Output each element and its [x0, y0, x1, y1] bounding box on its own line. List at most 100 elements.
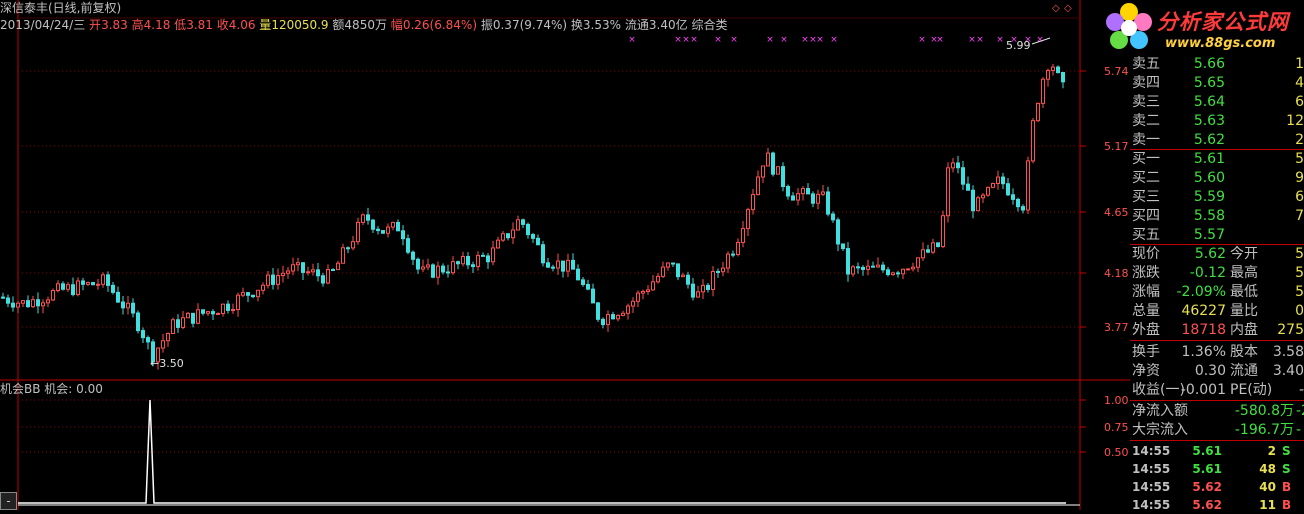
amplitude-label: 振 [480, 18, 493, 32]
date-weekday: 2013/04/24/三 [0, 18, 86, 32]
order-book-row[interactable]: 卖三 5.64 6 [1130, 93, 1304, 112]
candle-body [1021, 206, 1025, 211]
order-book-row[interactable]: 卖五 5.66 1 [1130, 55, 1304, 74]
candle-body [106, 274, 110, 286]
candle-body [566, 259, 570, 272]
open-label: 开 [89, 18, 102, 32]
order-book-row[interactable]: 买三 5.59 6 [1130, 188, 1304, 207]
candle-body [96, 283, 100, 286]
order-book-price: 5.60 [1193, 170, 1225, 186]
candle-body [1056, 66, 1060, 74]
candle-body [56, 283, 60, 292]
quote-value-2: 275 [1277, 322, 1304, 338]
candle-body [821, 191, 825, 195]
candle-body [976, 197, 980, 212]
candle-body [1046, 69, 1050, 80]
order-book-row[interactable]: 卖四 5.65 4 [1130, 74, 1304, 93]
price-axis-label: 4.65 [1104, 206, 1129, 219]
candle-body [51, 290, 55, 301]
candle-body [931, 242, 935, 253]
tick-price: 5.62 [1192, 498, 1222, 512]
candle-body [391, 221, 395, 228]
candle-body [981, 194, 985, 199]
candle-body [776, 166, 780, 175]
order-book-price: 5.61 [1193, 151, 1225, 167]
sector-value: 综合类 [691, 18, 728, 32]
candle-body [321, 275, 325, 284]
amount-value: 4850万 [344, 18, 387, 32]
corner-toggle-button[interactable]: - [0, 492, 17, 510]
candle-body [461, 256, 465, 265]
candle-body [846, 248, 850, 275]
quote-row: 涨幅 -2.09% 最低 5 [1130, 283, 1304, 302]
signal-marker: × [976, 35, 984, 45]
candle-body [451, 261, 455, 274]
tick-price: 5.61 [1192, 444, 1222, 458]
candle-body [121, 301, 125, 309]
candle-body [766, 152, 770, 167]
candle-body [136, 312, 140, 332]
stock-title-line: 深信泰丰(日线,前复权) [0, 0, 121, 17]
kline-svg[interactable]: 5.745.174.654.183.771.000.750.50× × × × × × × ×… [0, 0, 1130, 510]
order-book-label: 买一 [1132, 151, 1160, 167]
candle-body [221, 303, 225, 315]
order-book-row[interactable]: 卖一 5.62 2 [1130, 131, 1304, 150]
signal-marker: × [682, 35, 690, 45]
candle-body [301, 262, 305, 273]
order-book-price: 5.63 [1193, 113, 1225, 129]
candle-body [191, 312, 195, 324]
candle-body [231, 309, 235, 312]
order-book-row[interactable]: 买二 5.60 9 [1130, 169, 1304, 188]
candle-body [791, 195, 795, 201]
high-value: 4.18 [143, 18, 171, 32]
candle-body [771, 152, 775, 175]
fundamental-row: 收益(一) -0.001 PE(动) - [1130, 381, 1304, 400]
quote-label: 涨跌 [1132, 265, 1160, 281]
candle-body [516, 219, 520, 231]
candle-body [756, 176, 760, 196]
candle-body [381, 230, 385, 234]
kline-chart-area[interactable]: 5.74 5.17 4.65 4.18 3.77 1.00 0.75 0.50 × × × × × × × ×… [0, 0, 1130, 510]
candle-body [476, 254, 480, 268]
order-book-row[interactable]: 卖二 5.63 12 [1130, 112, 1304, 131]
candle-body [626, 305, 630, 314]
tick-time: 14:55 [1132, 462, 1171, 476]
candle-body [36, 299, 40, 307]
candle-body [646, 289, 650, 292]
candle-body [531, 234, 535, 239]
quote-label: 现价 [1132, 246, 1160, 262]
candle-body [936, 242, 940, 248]
indicator-axis-label: 0.75 [1104, 421, 1129, 434]
indicator-title: 机会BB 机会: 0.00 [0, 382, 103, 396]
high-marker-label: 5.99 [1006, 39, 1031, 52]
quote-label-2: 今开 [1230, 246, 1258, 262]
candle-body [421, 266, 425, 270]
candle-body [1036, 102, 1040, 122]
amplitude-value: 0.37(9.74%) [492, 18, 568, 32]
order-book-volume: 1 [1295, 56, 1304, 72]
nav-diamond-icon[interactable]: ◇ [1064, 4, 1074, 14]
fundamental-row: 净资 0.30 流通 3.40 [1130, 362, 1304, 381]
candle-body [596, 302, 600, 320]
nav-diamond-icon[interactable]: ◇ [1052, 4, 1062, 14]
float-value: 3.40亿 [648, 18, 688, 32]
candle-body [201, 309, 205, 314]
candle-body [866, 265, 870, 270]
signal-marker: × [801, 35, 809, 45]
candle-body [641, 290, 645, 294]
candle-body [261, 284, 265, 291]
candle-body [126, 302, 130, 309]
order-book-row[interactable]: 买一 5.61 5 [1130, 150, 1304, 169]
quote-panel: 卖五 5.66 1 卖四 5.65 4 卖三 5.64 6 卖二 5.63 12 卖一 5.62 2 买一 5.… [1130, 55, 1304, 512]
order-book-row[interactable]: 买四 5.58 7 [1130, 207, 1304, 226]
candle-body [161, 340, 165, 349]
candle-body [246, 292, 250, 296]
candle-body [946, 167, 950, 217]
candle-body [491, 247, 495, 263]
candle-body [506, 233, 510, 239]
candle-body [186, 312, 190, 319]
fundamental-value: 1.36% [1181, 344, 1226, 360]
order-book-row[interactable]: 买五 5.57 [1130, 226, 1304, 245]
candle-body [1011, 194, 1015, 200]
candle-body [746, 209, 750, 230]
